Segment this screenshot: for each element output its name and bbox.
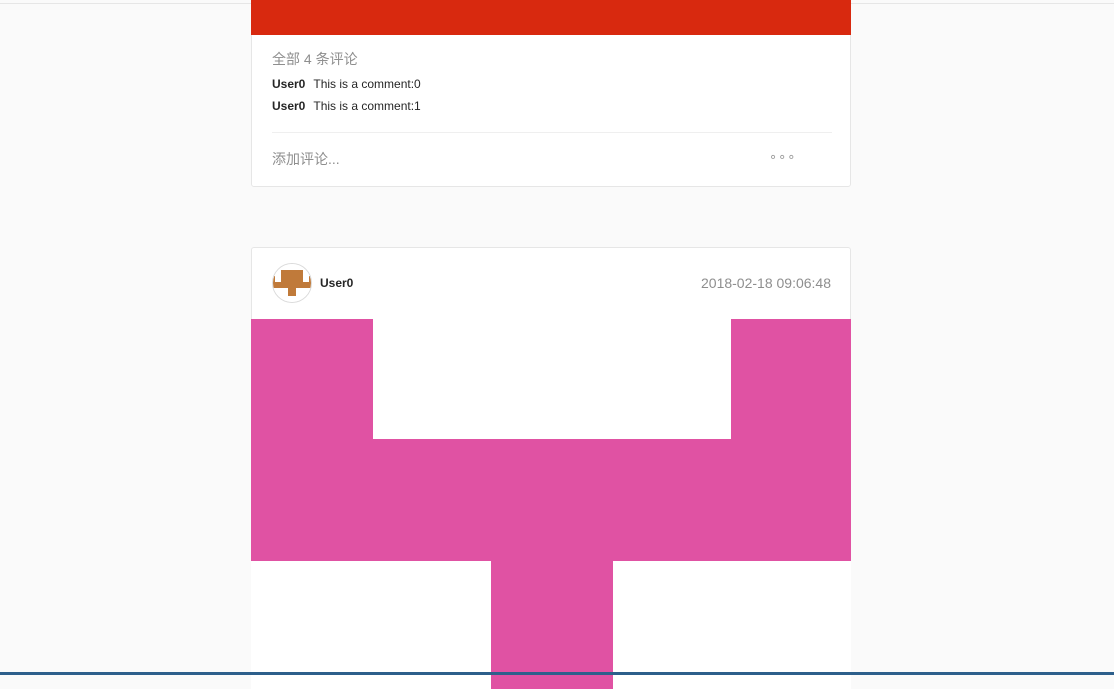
comment-text: This is a comment:0 [313, 77, 421, 91]
identicon-icon [273, 264, 311, 302]
post-image[interactable] [251, 0, 851, 35]
post-image[interactable] [251, 319, 851, 689]
comment-username[interactable]: User0 [272, 77, 305, 91]
post-username[interactable]: User0 [320, 276, 353, 290]
comment-item: User0 This is a comment:1 [272, 95, 832, 117]
view-all-comments-link[interactable]: 全部 4 条评论 [272, 49, 832, 69]
post-card: 全部 4 条评论 User0 This is a comment:0 User0 T… [251, 0, 851, 187]
divider [272, 132, 832, 133]
post-card: User0 2018-02-18 09:06:48 [251, 247, 851, 689]
comment-username[interactable]: User0 [272, 99, 305, 113]
add-comment-input[interactable]: 添加评论... [272, 149, 340, 169]
comment-text: This is a comment:1 [313, 99, 421, 113]
post-timestamp: 2018-02-18 09:06:48 [701, 275, 831, 291]
avatar[interactable] [272, 263, 312, 303]
more-options-button[interactable]: ∘∘∘ [769, 149, 796, 165]
comments-section: 全部 4 条评论 User0 This is a comment:0 User0 T… [272, 49, 832, 117]
comment-item: User0 This is a comment:0 [272, 73, 832, 95]
post-header: User0 2018-02-18 09:06:48 [252, 248, 850, 320]
